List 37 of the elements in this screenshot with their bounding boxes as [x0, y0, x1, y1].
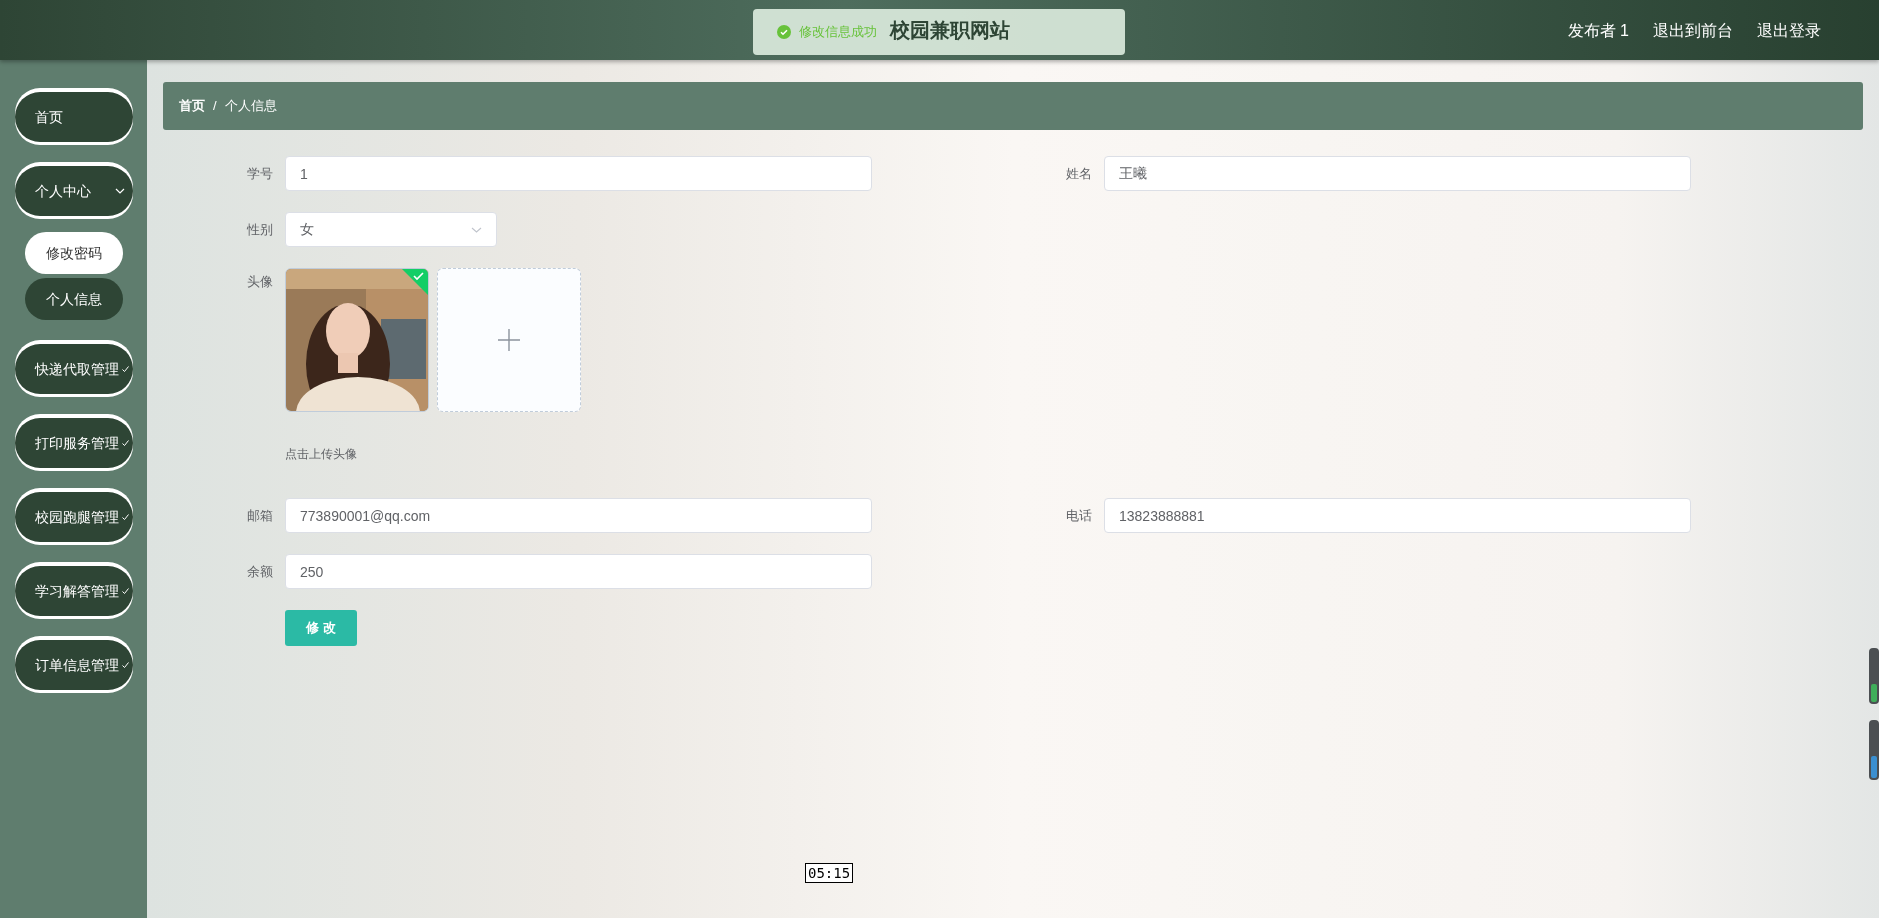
input-field[interactable]: 250 [285, 554, 872, 589]
submenu-item[interactable]: 修改密码 [24, 232, 123, 274]
breadcrumb-item: 个人信息 [224, 97, 277, 116]
input-field[interactable]: 13823888881 [1104, 498, 1691, 533]
level-meter [1869, 720, 1879, 780]
field-label: 性别 [246, 221, 274, 239]
field-label: 电话 [1065, 507, 1093, 525]
check-icon [121, 588, 129, 594]
submenu-item[interactable]: 个人信息 [24, 278, 123, 320]
field-label: 余额 [246, 563, 274, 581]
header-link[interactable]: 发布者 1 [1567, 19, 1629, 43]
check-icon [121, 366, 129, 372]
header-link[interactable]: 退出到前台 [1653, 19, 1733, 43]
field-label: 学号 [246, 165, 274, 183]
field-label: 邮箱 [246, 507, 274, 525]
field-label: 头像 [246, 273, 274, 291]
plus-icon [498, 329, 520, 351]
check-icon [121, 662, 129, 668]
input-field[interactable]: 773890001@qq.com [285, 498, 872, 533]
upload-area[interactable] [437, 268, 581, 412]
chevron-down-icon [471, 226, 482, 233]
level-meter [1869, 648, 1879, 704]
breadcrumb-separator: / [213, 97, 217, 116]
breadcrumb-link[interactable]: 首页 [179, 96, 205, 116]
time-tooltip: 05:15 [805, 863, 854, 883]
input-field[interactable]: 王曦 [1104, 156, 1691, 191]
check-icon [121, 514, 129, 520]
header-link[interactable]: 退出登录 [1757, 19, 1821, 43]
check-icon [121, 440, 129, 446]
toast-message: 修改信息成功 [799, 23, 877, 42]
upload-hint: 点击上传头像 [285, 446, 358, 463]
site-title: 校园兼职网站 [889, 18, 1010, 43]
chevron-down-icon [114, 188, 125, 194]
field-label: 姓名 [1065, 165, 1093, 183]
input-field[interactable]: 1 [285, 156, 872, 191]
success-icon [777, 25, 791, 39]
select-field[interactable]: 女 [285, 212, 497, 247]
